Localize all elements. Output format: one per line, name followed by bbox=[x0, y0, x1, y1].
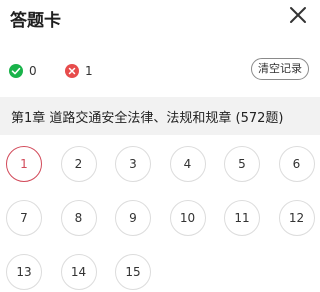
question-number-button[interactable]: 13 bbox=[6, 254, 42, 290]
chapter-title: 第1章 道路交通安全法律、法规和规章 (572题) bbox=[11, 111, 284, 126]
question-number-button[interactable]: 11 bbox=[224, 200, 260, 236]
question-number-button[interactable]: 10 bbox=[169, 200, 206, 236]
question-number-button[interactable]: 1 bbox=[6, 146, 42, 182]
question-number-button[interactable]: 3 bbox=[115, 146, 151, 182]
question-number-button[interactable]: 15 bbox=[115, 254, 151, 290]
check-circle-icon bbox=[9, 64, 23, 78]
question-number-button[interactable]: 9 bbox=[115, 200, 151, 236]
chapter-header: 第1章 道路交通安全法律、法规和规章 (572题) bbox=[0, 97, 320, 135]
question-number-button[interactable]: 6 bbox=[278, 146, 315, 182]
question-number-button[interactable]: 5 bbox=[224, 146, 260, 182]
stats-row: 0 1 清空记录 bbox=[0, 58, 320, 86]
wrong-count-value: 1 bbox=[85, 64, 93, 78]
question-number-button[interactable]: 8 bbox=[60, 200, 97, 236]
question-number-button[interactable]: 12 bbox=[278, 200, 315, 236]
question-number-button[interactable]: 2 bbox=[60, 146, 97, 182]
question-number-button[interactable]: 7 bbox=[6, 200, 42, 236]
question-number-button[interactable]: 4 bbox=[169, 146, 206, 182]
correct-count-value: 0 bbox=[29, 64, 37, 78]
close-button[interactable] bbox=[288, 5, 308, 25]
x-circle-icon bbox=[65, 64, 79, 78]
clear-records-button[interactable]: 清空记录 bbox=[251, 58, 309, 80]
header: 答题卡 bbox=[0, 0, 320, 34]
question-number-button[interactable]: 14 bbox=[60, 254, 97, 290]
page-title: 答题卡 bbox=[10, 11, 61, 31]
close-icon bbox=[290, 7, 306, 23]
